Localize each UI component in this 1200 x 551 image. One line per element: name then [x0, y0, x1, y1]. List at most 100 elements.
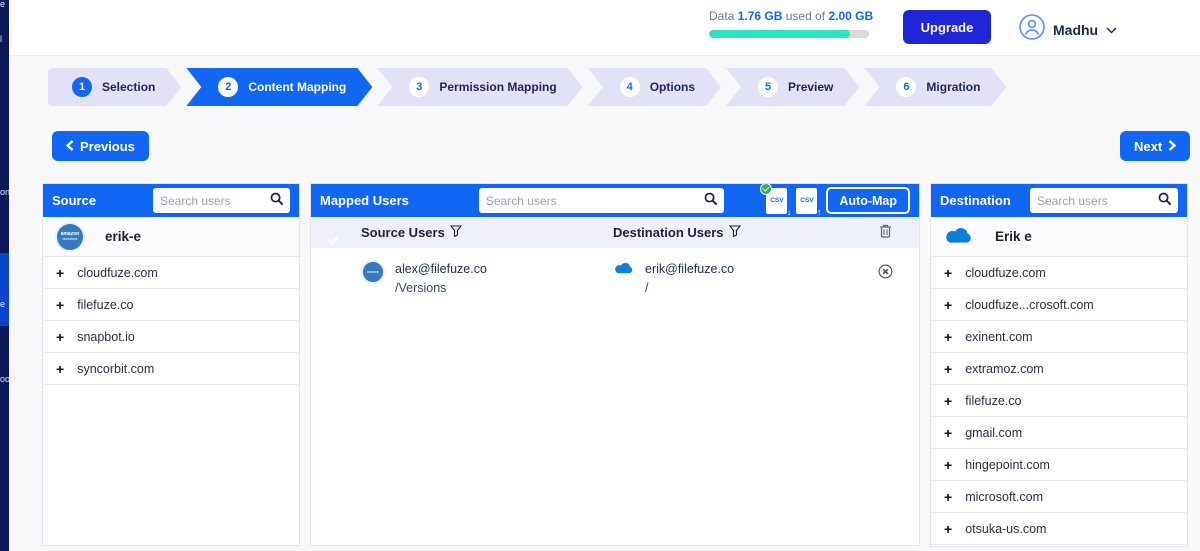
sidebar-item-fragment: e: [0, 0, 5, 9]
plus-icon[interactable]: +: [56, 362, 64, 376]
filter-icon[interactable]: [450, 225, 462, 240]
source-domain-item[interactable]: + cloudfuze.com: [43, 257, 299, 289]
plus-icon[interactable]: +: [944, 298, 952, 312]
plus-icon[interactable]: +: [944, 330, 952, 344]
destination-panel-title: Destination: [940, 193, 1011, 208]
source-panel-header: Source: [43, 184, 299, 217]
plus-icon[interactable]: +: [944, 458, 952, 472]
step-permission-mapping[interactable]: 3 Permission Mapping: [377, 68, 582, 106]
destination-domain-item[interactable]: + filefuze.co: [931, 385, 1187, 417]
usage-middle: used of: [786, 9, 825, 23]
plus-icon[interactable]: +: [944, 362, 952, 376]
auto-map-button[interactable]: Auto-Map: [826, 187, 910, 214]
sidebar-item-fragment: on: [0, 188, 9, 197]
destination-domain-item[interactable]: + gmail.com: [931, 417, 1187, 449]
page: { "colors": { "accent": "#1267f2", "upgr…: [0, 0, 1200, 551]
mapping-row: amazon alex@filefuze.co /Versions erik@f…: [311, 248, 919, 298]
workdocs-icon: amazon workdocs: [55, 222, 85, 252]
usage-progressbar: [709, 30, 869, 38]
domain-label: filefuze.co: [77, 298, 133, 312]
mapped-search-input[interactable]: [486, 194, 704, 208]
source-domain-item[interactable]: + syncorbit.com: [43, 353, 299, 385]
domain-label: microsoft.com: [965, 490, 1043, 504]
plus-icon[interactable]: +: [944, 426, 952, 440]
source-domain-item[interactable]: + snapbot.io: [43, 321, 299, 353]
sidebar-item-fragment: l: [0, 35, 2, 44]
user-name: Madhu: [1053, 22, 1098, 38]
step-number: 1: [72, 77, 92, 97]
destination-search-input[interactable]: [1037, 194, 1158, 208]
sidebar-active-item[interactable]: [0, 253, 9, 326]
mapped-panel-header: Mapped Users CSV ↓ CSV ↑ Auto-Map: [311, 184, 919, 217]
source-panel-title: Source: [52, 193, 96, 208]
step-number: 5: [758, 77, 778, 97]
step-label: Options: [650, 80, 695, 94]
sidebar-item-fragment: e: [0, 300, 5, 309]
destination-domain-item[interactable]: + otsuka-us.com: [931, 513, 1187, 545]
step-content-mapping[interactable]: 2 Content Mapping: [186, 68, 372, 106]
next-label: Next: [1134, 139, 1162, 154]
arrow-up-icon: ↑: [817, 207, 822, 217]
workdocs-sublabel: workdocs: [63, 238, 78, 242]
collapsed-sidebar[interactable]: e l on e oo: [0, 0, 9, 551]
upgrade-button[interactable]: Upgrade: [903, 10, 991, 44]
destination-domain-item[interactable]: + microsoft.com: [931, 481, 1187, 513]
domain-label: cloudfuze...crosoft.com: [965, 298, 1094, 312]
destination-domain-item[interactable]: + exinent.com: [931, 321, 1187, 353]
step-preview[interactable]: 5 Preview: [726, 68, 859, 106]
destination-panel: Destination Erik e + cloudfuze.com + clo…: [930, 183, 1188, 547]
previous-button[interactable]: Previous: [52, 131, 149, 161]
mapped-panel-title: Mapped Users: [320, 193, 409, 208]
step-number: 3: [409, 77, 429, 97]
workdocs-icon: amazon: [361, 260, 385, 284]
plus-icon[interactable]: +: [56, 298, 64, 312]
destination-domain-item[interactable]: + hingepoint.com: [931, 449, 1187, 481]
csv-export-icon[interactable]: CSV ↓: [766, 188, 787, 214]
plus-icon[interactable]: +: [944, 266, 952, 280]
domain-label: syncorbit.com: [77, 362, 154, 376]
usage-total-value: 2.00 GB: [828, 9, 873, 23]
source-users-column-header[interactable]: Source Users: [361, 225, 445, 240]
next-button[interactable]: Next: [1120, 131, 1190, 161]
csv-import-icon[interactable]: CSV ↑: [796, 188, 817, 214]
source-search-input[interactable]: [160, 194, 270, 208]
mapped-search[interactable]: [479, 188, 724, 213]
plus-icon[interactable]: +: [56, 330, 64, 344]
step-label: Permission Mapping: [439, 80, 556, 94]
domain-label: cloudfuze.com: [965, 266, 1046, 280]
plus-icon[interactable]: +: [944, 394, 952, 408]
onedrive-icon: [613, 260, 635, 280]
destination-search[interactable]: [1030, 188, 1178, 213]
source-search[interactable]: [153, 188, 290, 213]
plus-icon[interactable]: +: [944, 522, 952, 536]
destination-domain-item[interactable]: + cloudfuze.com: [931, 257, 1187, 289]
destination-user-email: erik@filefuze.co: [645, 262, 734, 276]
filter-icon[interactable]: [729, 225, 741, 240]
destination-domain-item[interactable]: + extramoz.com: [931, 353, 1187, 385]
destination-user-cell: erik@filefuze.co /: [613, 260, 865, 298]
destination-account-row[interactable]: Erik e: [931, 217, 1187, 257]
domain-label: exinent.com: [965, 330, 1032, 344]
step-migration[interactable]: 6 Migration: [864, 68, 1006, 106]
domain-label: gmail.com: [965, 426, 1022, 440]
plus-icon[interactable]: +: [944, 490, 952, 504]
remove-icon[interactable]: [865, 260, 905, 279]
previous-label: Previous: [80, 139, 135, 154]
user-menu[interactable]: Madhu: [1019, 14, 1117, 45]
search-icon: [270, 192, 283, 210]
step-label: Selection: [102, 80, 155, 94]
data-usage: Data 1.76 GB used of 2.00 GB: [709, 9, 869, 38]
search-icon: [1158, 192, 1171, 210]
usage-used-value: 1.76 GB: [738, 9, 783, 23]
step-selection[interactable]: 1 Selection: [48, 68, 181, 106]
destination-users-column-header[interactable]: Destination Users: [613, 225, 724, 240]
source-account-name: erik-e: [105, 229, 141, 244]
source-domain-item[interactable]: + filefuze.co: [43, 289, 299, 321]
trash-icon[interactable]: [879, 224, 892, 241]
step-label: Preview: [788, 80, 833, 94]
plus-icon[interactable]: +: [56, 266, 64, 280]
step-options[interactable]: 4 Options: [588, 68, 721, 106]
destination-panel-header: Destination: [931, 184, 1187, 217]
destination-domain-item[interactable]: + cloudfuze...crosoft.com: [931, 289, 1187, 321]
source-account-row[interactable]: amazon workdocs erik-e: [43, 217, 299, 257]
